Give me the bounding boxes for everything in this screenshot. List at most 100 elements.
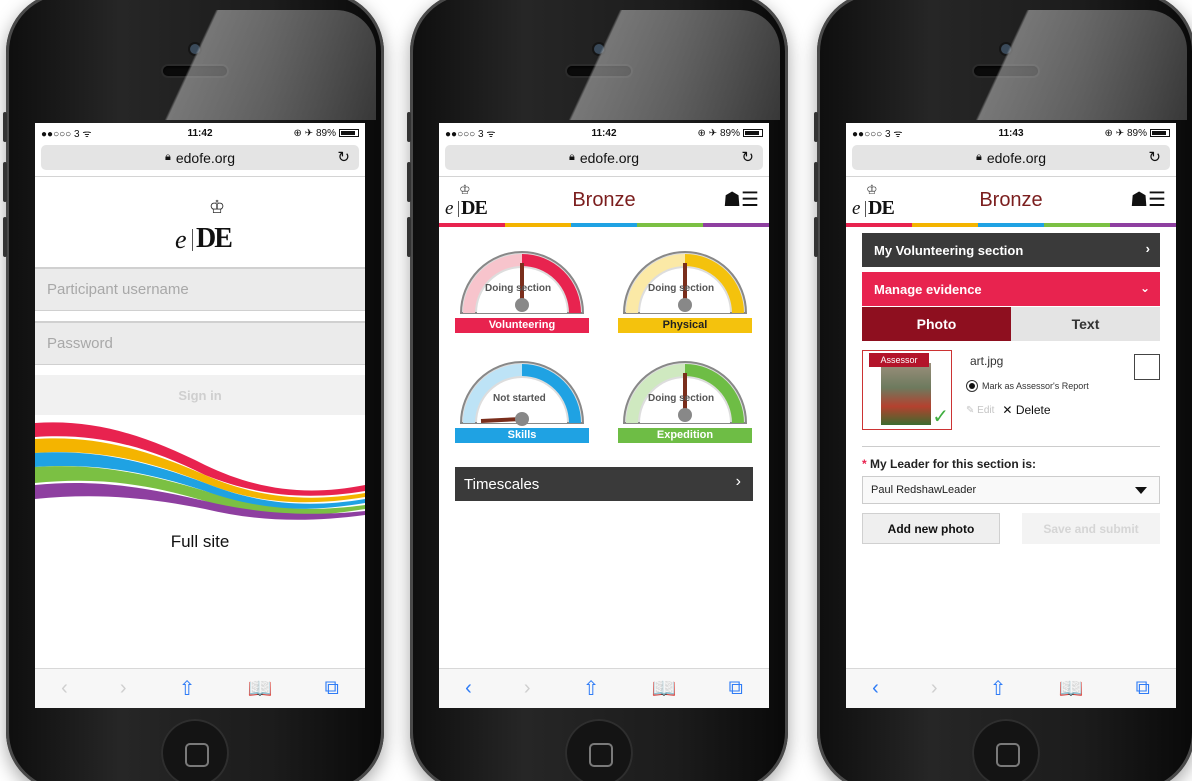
screen: ●●○○○ 3 ᯤ 11:42 ⊕ ✈ 89% 🔒︎ edofe.org ↻ ♔…	[35, 123, 365, 708]
assessor-report-radio[interactable]: Mark as Assessor's Report	[966, 380, 1089, 392]
chevron-right-icon: ›	[735, 473, 741, 490]
back-icon[interactable]: ‹	[61, 677, 68, 700]
status-bar: ●●○○○ 3 ᯤ 11:43 ⊕ ✈ 89%	[846, 123, 1176, 143]
camera	[594, 44, 604, 54]
radio-label: Mark as Assessor's Report	[982, 381, 1089, 391]
select-checkbox[interactable]	[1134, 354, 1160, 380]
button-row: Add new photo Save and submit	[862, 513, 1160, 544]
profile-menu-icon[interactable]: ☗☰	[1130, 187, 1166, 212]
edofe-logo: ♔ e DE	[35, 197, 365, 255]
manage-label: Manage evidence	[874, 281, 982, 297]
delete-button[interactable]: ✕ Delete	[1002, 403, 1050, 417]
back-icon[interactable]: ‹	[872, 677, 879, 700]
url-text: edofe.org	[175, 149, 236, 166]
profile-menu-icon[interactable]: ☗☰	[723, 187, 759, 212]
home-button[interactable]	[972, 719, 1040, 781]
gauge-volunteering[interactable]: Doing section Volunteering	[455, 243, 589, 339]
manage-evidence-toggle[interactable]: Manage evidence ⌄	[862, 272, 1160, 306]
chevron-right-icon: ›	[1145, 241, 1150, 256]
evidence-thumbnail[interactable]: Assessor ✓	[862, 350, 952, 430]
crown-icon: ♔	[209, 197, 226, 217]
chevron-down-icon: ⌄	[1139, 281, 1150, 295]
timescales-button[interactable]: Timescales ›	[455, 467, 753, 501]
evidence-tabs: Photo Text	[862, 307, 1160, 341]
bookmarks-icon[interactable]: 📖	[248, 676, 273, 701]
back-icon[interactable]: ‹	[465, 677, 472, 700]
tabs-icon[interactable]: ⧉	[729, 677, 743, 700]
edit-label: Edit	[977, 404, 995, 416]
caret-down-icon	[1135, 487, 1147, 494]
share-icon[interactable]: ⇧	[179, 676, 196, 701]
address-bar[interactable]: 🔒︎ edofe.org ↻	[852, 145, 1170, 170]
gauge-dial	[459, 251, 585, 314]
forward-icon[interactable]: ›	[931, 677, 938, 700]
delete-label: Delete	[1015, 403, 1051, 417]
volume-down-button	[814, 217, 818, 257]
evidence-item: Assessor ✓ art.jpg Mark as Assessor's Re…	[862, 350, 1160, 436]
add-new-photo-button[interactable]: Add new photo	[862, 513, 1000, 544]
share-icon[interactable]: ⇧	[990, 676, 1007, 701]
tabs-icon[interactable]: ⧉	[1136, 677, 1150, 700]
share-icon[interactable]: ⇧	[583, 676, 600, 701]
gauge-label: Volunteering	[455, 318, 589, 333]
rainbow-stripe	[846, 223, 1176, 227]
check-icon: ✓	[932, 406, 949, 428]
browser-toolbar: ‹ › ⇧ 📖 ⧉	[35, 668, 365, 708]
edit-button[interactable]: ✎ Edit	[966, 405, 994, 416]
edit-icon: ✎	[966, 404, 975, 416]
award-title: Bronze	[979, 189, 1043, 211]
full-site-link[interactable]: Full site	[35, 532, 365, 552]
lock-icon: 🔒︎	[975, 151, 982, 163]
tab-text[interactable]: Text	[1011, 307, 1160, 341]
gauge-dial	[622, 251, 748, 314]
home-button[interactable]	[565, 719, 633, 781]
camera	[190, 44, 200, 54]
reload-icon[interactable]: ↻	[741, 148, 754, 166]
volunteering-section-button[interactable]: My Volunteering section ›	[862, 233, 1160, 267]
camera	[1001, 44, 1011, 54]
screen: ●●○○○ 3 ᯤ 11:43 ⊕ ✈ 89% 🔒︎ edofe.org ↻ ♔…	[846, 123, 1176, 708]
phone-login: ●●○○○ 3 ᯤ 11:42 ⊕ ✈ 89% 🔒︎ edofe.org ↻ ♔…	[3, 0, 384, 781]
section-label: My Volunteering section	[874, 242, 1024, 258]
timescales-label: Timescales	[464, 475, 540, 493]
save-and-submit-button[interactable]: Save and submit	[1022, 513, 1160, 544]
assessor-badge: Assessor	[869, 353, 929, 367]
leader-select[interactable]: Paul RedshawLeader	[862, 476, 1160, 504]
tabs-icon[interactable]: ⧉	[325, 677, 339, 700]
sign-in-button[interactable]: Sign in	[35, 375, 365, 415]
volume-down-button	[3, 217, 7, 257]
address-bar[interactable]: 🔒︎ edofe.org ↻	[41, 145, 359, 170]
close-icon: ✕	[1002, 403, 1013, 417]
reload-icon[interactable]: ↻	[337, 148, 350, 166]
forward-icon[interactable]: ›	[120, 677, 127, 700]
volume-down-button	[407, 217, 411, 257]
username-field[interactable]: Participant username	[35, 267, 365, 311]
volume-up-button	[407, 162, 411, 202]
battery-icon	[339, 129, 359, 137]
home-button[interactable]	[161, 719, 229, 781]
app-header: ♔ e DE Bronze ☗☰	[439, 177, 769, 223]
mute-switch	[814, 112, 818, 142]
mute-switch	[3, 112, 7, 142]
bookmarks-icon[interactable]: 📖	[1059, 676, 1084, 701]
bookmarks-icon[interactable]: 📖	[652, 676, 677, 701]
gauge-expedition[interactable]: Doing section Expedition	[618, 353, 752, 449]
tab-photo[interactable]: Photo	[862, 307, 1011, 341]
forward-icon[interactable]: ›	[524, 677, 531, 700]
logo-bar	[192, 229, 193, 251]
status-bar: ●●○○○ 3 ᯤ 11:42 ⊕ ✈ 89%	[35, 123, 365, 143]
leader-label-text: My Leader for this section is:	[870, 457, 1037, 471]
reload-icon[interactable]: ↻	[1148, 148, 1161, 166]
glass-glare	[156, 10, 376, 120]
address-bar[interactable]: 🔒︎ edofe.org ↻	[445, 145, 763, 170]
leader-value: Paul RedshawLeader	[871, 484, 977, 496]
gauge-label: Physical	[618, 318, 752, 333]
gauge-physical[interactable]: Doing section Physical	[618, 243, 752, 339]
gauge-label: Skills	[455, 428, 589, 443]
award-title: Bronze	[572, 189, 636, 211]
gauge-skills[interactable]: Not started Skills	[455, 353, 589, 449]
password-field[interactable]: Password	[35, 321, 365, 365]
url-text: edofe.org	[986, 149, 1047, 166]
divider	[35, 176, 365, 177]
clock: 11:42	[187, 127, 213, 139]
